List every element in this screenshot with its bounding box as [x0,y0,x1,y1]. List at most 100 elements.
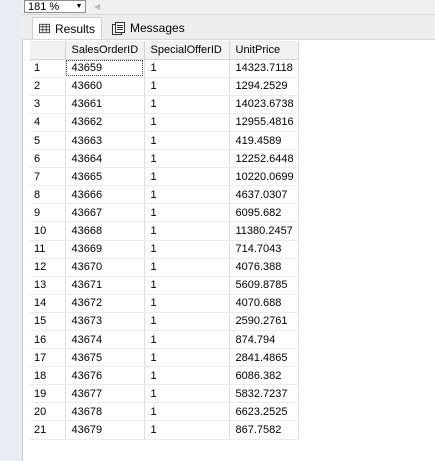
cell-unitprice[interactable]: 12252.6448 [229,149,299,169]
row-number[interactable]: 11 [30,240,66,259]
table-row[interactable]: 8 43666 1 4637.0307 [30,185,299,205]
table-row[interactable]: 7 43665 1 10220.0699 [30,167,299,187]
chevron-down-icon[interactable]: ▼ [73,1,85,13]
table-row[interactable]: 4 43662 1 12955.4816 [30,113,299,132]
cell-salesorderid[interactable]: 43659 [65,59,145,78]
row-number[interactable]: 13 [30,276,66,295]
table-row[interactable]: 9 43667 1 6095.682 [30,203,299,223]
cell-unitprice[interactable]: 14323.7118 [229,59,299,78]
row-number[interactable]: 12 [30,258,66,277]
column-header-unitprice[interactable]: UnitPrice [229,41,299,60]
cell-specialofferid[interactable]: 1 [144,294,230,313]
cell-salesorderid[interactable]: 43672 [65,294,145,313]
cell-salesorderid[interactable]: 43663 [65,131,145,151]
zoom-dropdown[interactable]: 181 % ▼ [24,0,86,13]
cell-unitprice[interactable]: 10220.0699 [229,167,299,187]
cell-specialofferid[interactable]: 1 [144,149,230,169]
cell-unitprice[interactable]: 874.794 [229,330,299,350]
table-row[interactable]: 12 43670 1 4076.388 [30,258,299,277]
row-number[interactable]: 8 [30,185,66,205]
cell-salesorderid[interactable]: 43669 [65,240,145,259]
tab-results[interactable]: Results [32,17,102,39]
cell-salesorderid[interactable]: 43662 [65,113,145,132]
row-number[interactable]: 20 [30,402,66,422]
cell-specialofferid[interactable]: 1 [144,258,230,277]
cell-specialofferid[interactable]: 1 [144,420,230,440]
row-number[interactable]: 2 [30,77,66,96]
cell-specialofferid[interactable]: 1 [144,366,230,386]
cell-unitprice[interactable]: 714.7043 [229,240,299,259]
row-number-header[interactable] [30,41,66,60]
cell-unitprice[interactable]: 11380.2457 [229,221,299,241]
row-number[interactable]: 7 [30,167,66,187]
cell-salesorderid[interactable]: 43666 [65,185,145,205]
cell-salesorderid[interactable]: 43675 [65,348,145,368]
table-row[interactable]: 10 43668 1 11380.2457 [30,221,299,241]
table-row[interactable]: 21 43679 1 867.7582 [30,420,299,440]
cell-unitprice[interactable]: 5609.8785 [229,276,299,295]
cell-specialofferid[interactable]: 1 [144,77,230,96]
table-row[interactable]: 15 43673 1 2590.2761 [30,312,299,332]
row-number[interactable]: 10 [30,221,66,241]
cell-unitprice[interactable]: 6623.2525 [229,402,299,422]
cell-specialofferid[interactable]: 1 [144,59,230,78]
table-row[interactable]: 19 43677 1 5832.7237 [30,384,299,404]
cell-salesorderid[interactable]: 43665 [65,167,145,187]
table-row[interactable]: 3 43661 1 14023.6738 [30,95,299,114]
cell-salesorderid[interactable]: 43660 [65,77,145,96]
cell-salesorderid[interactable]: 43667 [65,203,145,223]
table-row[interactable]: 16 43674 1 874.794 [30,330,299,350]
cell-specialofferid[interactable]: 1 [144,131,230,151]
cell-unitprice[interactable]: 14023.6738 [229,95,299,114]
cell-unitprice[interactable]: 419.4589 [229,131,299,151]
cell-unitprice[interactable]: 4637.0307 [229,185,299,205]
table-row[interactable]: 5 43663 1 419.4589 [30,131,299,151]
cell-salesorderid[interactable]: 43668 [65,221,145,241]
cell-unitprice[interactable]: 2841.4865 [229,348,299,368]
row-number[interactable]: 16 [30,330,66,350]
cell-specialofferid[interactable]: 1 [144,185,230,205]
column-header-specialofferid[interactable]: SpecialOfferID [144,41,230,60]
cell-specialofferid[interactable]: 1 [144,167,230,187]
cell-specialofferid[interactable]: 1 [144,203,230,223]
cell-specialofferid[interactable]: 1 [144,348,230,368]
cell-unitprice[interactable]: 4070.688 [229,294,299,313]
scroll-left-icon[interactable]: ◀ [94,1,102,13]
table-row[interactable]: 1 43659 1 14323.7118 [30,59,299,78]
row-number[interactable]: 14 [30,294,66,313]
row-number[interactable]: 5 [30,131,66,151]
table-row[interactable]: 18 43676 1 6086.382 [30,366,299,386]
cell-specialofferid[interactable]: 1 [144,330,230,350]
row-number[interactable]: 9 [30,203,66,223]
cell-salesorderid[interactable]: 43679 [65,420,145,440]
cell-unitprice[interactable]: 12955.4816 [229,113,299,132]
cell-salesorderid[interactable]: 43661 [65,95,145,114]
cell-unitprice[interactable]: 5832.7237 [229,384,299,404]
row-number[interactable]: 15 [30,312,66,332]
cell-specialofferid[interactable]: 1 [144,384,230,404]
row-number[interactable]: 4 [30,113,66,132]
cell-salesorderid[interactable]: 43671 [65,276,145,295]
cell-salesorderid[interactable]: 43677 [65,384,145,404]
table-row[interactable]: 17 43675 1 2841.4865 [30,348,299,368]
table-row[interactable]: 13 43671 1 5609.8785 [30,276,299,295]
table-row[interactable]: 6 43664 1 12252.6448 [30,149,299,169]
table-row[interactable]: 20 43678 1 6623.2525 [30,402,299,422]
row-number[interactable]: 3 [30,95,66,114]
cell-salesorderid[interactable]: 43670 [65,258,145,277]
cell-salesorderid[interactable]: 43676 [65,366,145,386]
cell-specialofferid[interactable]: 1 [144,276,230,295]
cell-salesorderid[interactable]: 43673 [65,312,145,332]
tab-messages[interactable]: Messages [106,17,204,39]
column-header-salesorderid[interactable]: SalesOrderID [65,41,145,60]
row-number[interactable]: 17 [30,348,66,368]
row-number[interactable]: 1 [30,59,66,78]
cell-unitprice[interactable]: 1294.2529 [229,77,299,96]
cell-specialofferid[interactable]: 1 [144,95,230,114]
cell-unitprice[interactable]: 6095.682 [229,203,299,223]
cell-unitprice[interactable]: 867.7582 [229,420,299,440]
row-number[interactable]: 18 [30,366,66,386]
cell-salesorderid[interactable]: 43674 [65,330,145,350]
cell-specialofferid[interactable]: 1 [144,113,230,132]
cell-salesorderid[interactable]: 43664 [65,149,145,169]
